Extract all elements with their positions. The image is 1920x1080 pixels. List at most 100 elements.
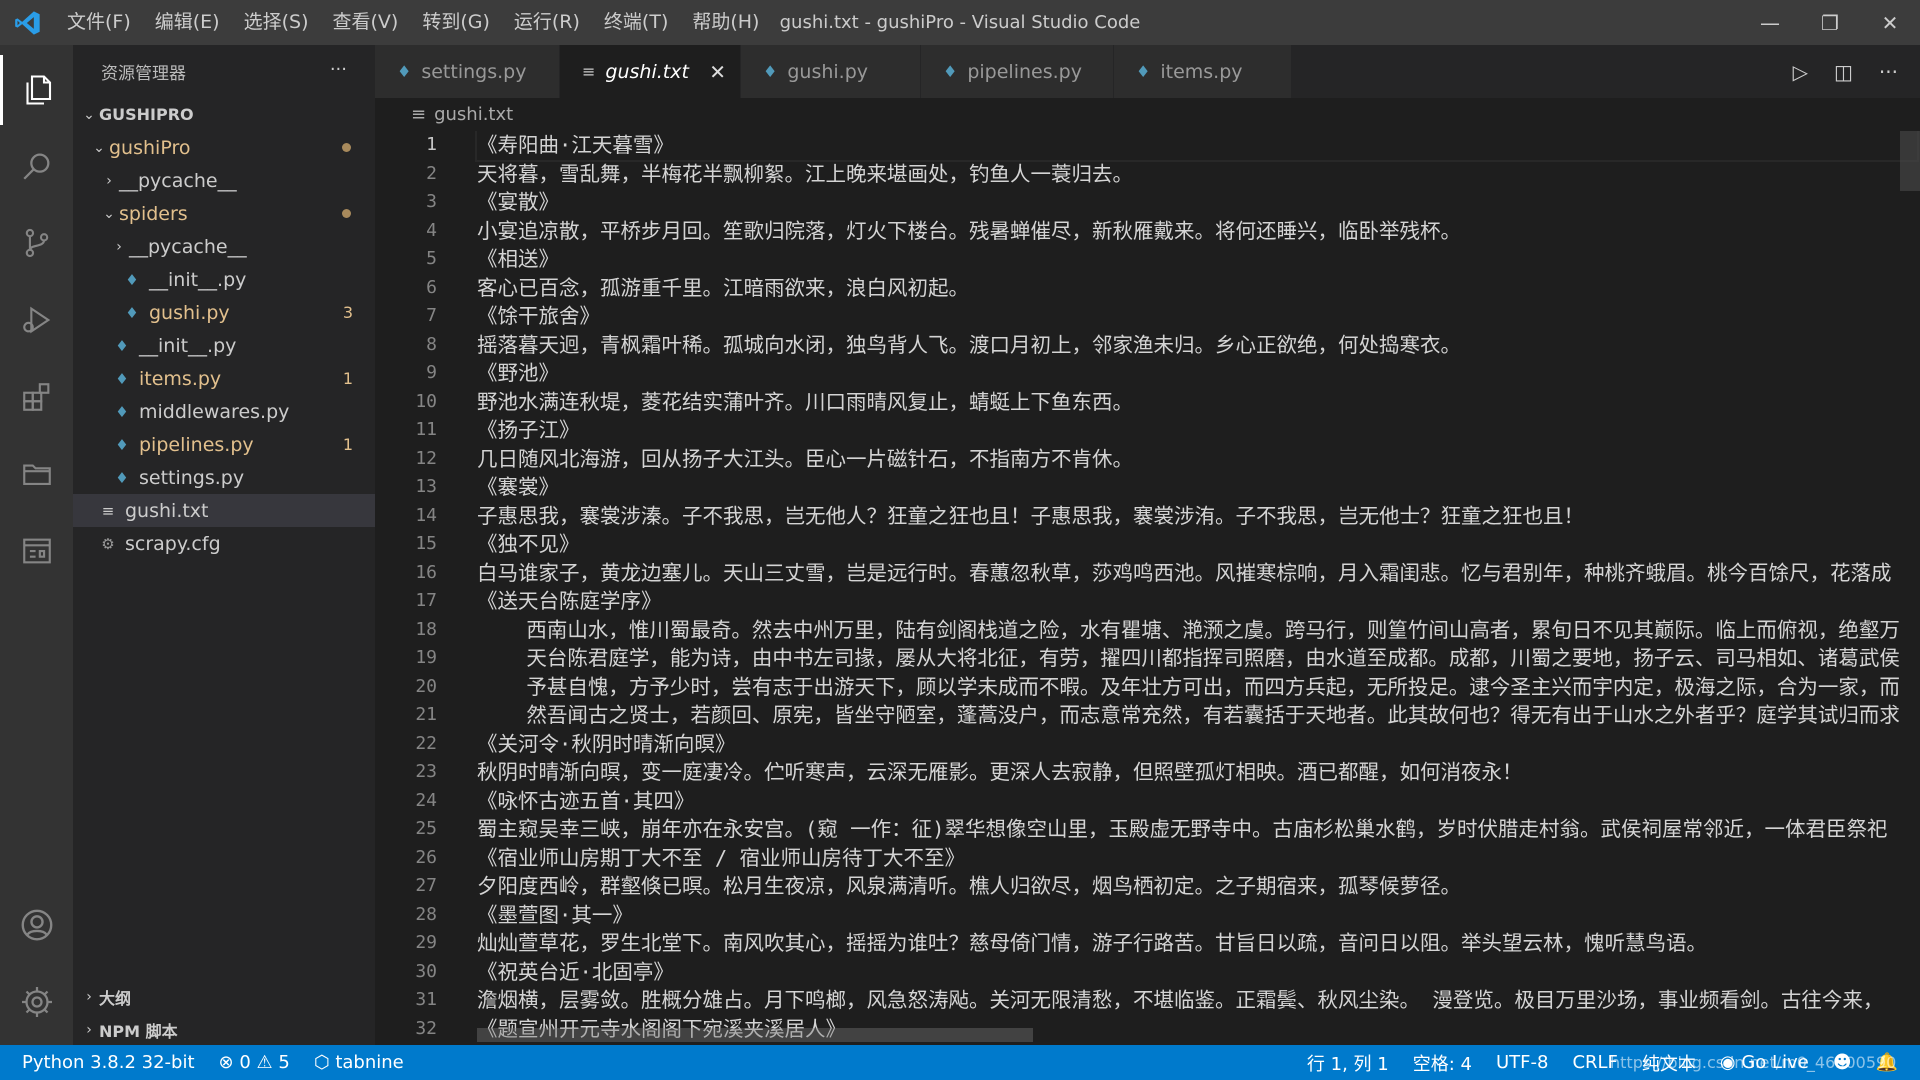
tab-gushi-txt[interactable]: ≡ gushi.txt ✕ xyxy=(560,45,741,98)
tabnine-status[interactable]: ⬡ tabnine xyxy=(302,1052,416,1073)
source-control-icon[interactable] xyxy=(0,208,73,278)
tree-item-label: __pycache__ xyxy=(129,235,247,258)
editor-line: 4 小宴追凉散，平桥步月回。笙歌归院落，灯火下楼台。残暑蝉催尽，新秋雁戴来。将何还… xyxy=(375,217,1920,246)
tree-item[interactable]: › __pycache__ xyxy=(73,230,375,263)
problem-badge: 1 xyxy=(342,369,353,388)
chevron-down-icon: ⌄ xyxy=(83,106,95,123)
menu-5[interactable]: 运行(R) xyxy=(502,0,592,45)
tree-item[interactable]: ♦ items.py 1 xyxy=(73,362,375,395)
menu-6[interactable]: 终端(T) xyxy=(592,0,680,45)
text-file-icon: ≡ xyxy=(101,501,115,520)
menu-4[interactable]: 转到(G) xyxy=(410,0,502,45)
line-text: 小宴追凉散，平桥步月回。笙歌归院落，灯火下楼台。残暑蝉催尽，新秋雁戴来。将何还睡… xyxy=(477,218,1461,243)
editor-line: 7 《馀干旅舍》 xyxy=(375,302,1920,331)
cursor-position[interactable]: 行 1, 列 1 xyxy=(1295,1050,1401,1076)
python-icon: ♦ xyxy=(397,62,412,81)
npm-scripts-section[interactable]: › NPM 脚本 xyxy=(73,1013,375,1046)
line-number: 32 xyxy=(415,1017,437,1039)
close-window-button[interactable]: ✕ xyxy=(1860,0,1920,45)
accounts-icon[interactable] xyxy=(0,890,73,960)
horizontal-scrollbar[interactable] xyxy=(477,1028,1033,1042)
tree-item[interactable]: ⌄ spiders xyxy=(73,197,375,230)
tree-item[interactable]: ⚙ scrapy.cfg xyxy=(73,527,375,560)
extensions-icon[interactable] xyxy=(0,362,73,432)
problems-indicator[interactable]: ⊗ 0 ⚠ 5 xyxy=(207,1052,302,1073)
encoding[interactable]: UTF-8 xyxy=(1484,1052,1560,1073)
line-text: 蜀主窥吴幸三峡，崩年亦在永安宫。(窥 一作：征)翠华想像空山里，玉殿虚无野寺中。… xyxy=(477,817,1888,841)
chevron-right-icon: › xyxy=(86,1021,92,1038)
editor-line: 27 夕阳度西岭，群壑倏已暝。松月生夜凉，风泉满清听。樵人归欲尽，烟鸟栖初定。之子… xyxy=(375,872,1920,901)
vertical-scrollbar[interactable] xyxy=(1900,131,1920,191)
line-number: 4 xyxy=(426,219,437,241)
line-number: 9 xyxy=(426,362,437,383)
restore-button[interactable]: ❐ xyxy=(1800,0,1860,45)
line-number: 19 xyxy=(415,647,437,668)
line-text: 《祝英台近·北固亭》 xyxy=(477,959,674,984)
tree-item[interactable]: ♦ settings.py xyxy=(73,461,375,494)
more-actions-button[interactable]: ··· xyxy=(330,59,347,80)
tree-item[interactable]: ♦ __init__.py xyxy=(73,263,375,296)
activity-bar xyxy=(0,45,73,1045)
run-file-icon[interactable]: ▷ xyxy=(1793,60,1808,84)
editor-line: 5 《相送》 xyxy=(375,245,1920,274)
tree-item[interactable]: › __pycache__ xyxy=(73,164,375,197)
menu-0[interactable]: 文件(F) xyxy=(55,0,143,45)
tree-item-label: __pycache__ xyxy=(119,169,237,192)
close-tab-icon[interactable]: ✕ xyxy=(709,60,726,84)
line-number: 29 xyxy=(415,932,437,953)
text-file-icon: ≡ xyxy=(582,62,596,81)
folder-icon[interactable] xyxy=(0,439,73,509)
line-number: 6 xyxy=(426,276,437,298)
line-number: 24 xyxy=(415,789,437,811)
indentation[interactable]: 空格: 4 xyxy=(1401,1050,1484,1076)
editor-line: 6 客心已百念，孤游重千里。江暗雨欲来，浪白风初起。 xyxy=(375,274,1920,303)
tab-pipelines-py[interactable]: ♦ pipelines.py xyxy=(921,45,1114,98)
tab-settings-py[interactable]: ♦ settings.py xyxy=(375,45,560,98)
line-number: 26 xyxy=(415,846,437,868)
remote-explorer-icon[interactable] xyxy=(0,516,73,586)
tree-item-label: spiders xyxy=(119,202,188,225)
menu-1[interactable]: 编辑(E) xyxy=(143,0,232,45)
outline-section[interactable]: › 大纲 xyxy=(73,980,375,1013)
project-root-section[interactable]: ⌄ GUSHIPRO xyxy=(73,98,375,131)
problem-badge: 1 xyxy=(342,435,353,454)
menu-3[interactable]: 查看(V) xyxy=(321,0,411,45)
editor-line: 28 《墨萱图·其一》 xyxy=(375,901,1920,930)
settings-gear-icon[interactable] xyxy=(0,967,73,1037)
menu-2[interactable]: 选择(S) xyxy=(232,0,321,45)
tab-label: gushi.py xyxy=(787,60,869,83)
split-editor-icon[interactable]: ◫ xyxy=(1834,60,1853,84)
modified-dot xyxy=(342,143,351,152)
editor-line: 26 《宿业师山房期丁大不至 / 宿业师山房待丁大不至》 xyxy=(375,844,1920,873)
tree-item[interactable]: ♦ pipelines.py 1 xyxy=(73,428,375,461)
search-icon[interactable] xyxy=(0,131,73,201)
more-icon[interactable]: ··· xyxy=(1879,60,1898,84)
problem-badge: 3 xyxy=(342,303,353,322)
line-number: 12 xyxy=(415,447,437,469)
run-debug-icon[interactable] xyxy=(0,285,73,355)
tab-gushi-py[interactable]: ♦ gushi.py xyxy=(741,45,921,98)
tree-item[interactable]: ♦ gushi.py 3 xyxy=(73,296,375,329)
line-number: 31 xyxy=(415,989,437,1010)
breadcrumb[interactable]: ≡ gushi.txt xyxy=(375,98,1920,131)
editor-line: 12 几日随风北海游，回从扬子大江头。臣心一片磁针石，不指南方不肯休。 xyxy=(375,445,1920,474)
line-text: 《馀干旅舍》 xyxy=(477,304,600,328)
gear-icon: ⚙ xyxy=(101,534,115,553)
python-interpreter[interactable]: Python 3.8.2 32-bit xyxy=(0,1052,207,1073)
line-number: 28 xyxy=(415,903,437,925)
tree-item[interactable]: ⌄ gushiPro xyxy=(73,131,375,164)
title-bar: 文件(F) 编辑(E) 选择(S) 查看(V) 转到(G) 运行(R) 终端(T) 帮助(H)… xyxy=(0,0,1920,45)
menu-7[interactable]: 帮助(H) xyxy=(680,0,771,45)
minimize-button[interactable]: — xyxy=(1740,0,1800,45)
tree-item[interactable]: ♦ __init__.py xyxy=(73,329,375,362)
tree-item[interactable]: ♦ middlewares.py xyxy=(73,395,375,428)
line-text: 子惠思我，褰裳涉溱。子不我思，岂无他人？狂童之狂也且！子惠思我，褰裳涉洧。子不我… xyxy=(477,503,1584,528)
tab-items-py[interactable]: ♦ items.py xyxy=(1114,45,1292,98)
line-text: 西南山水，惟川蜀最奇。然去中州万里，陆有剑阁栈道之险，水有瞿塘、滟滪之虞。跨马行… xyxy=(477,617,1900,642)
editor-line: 16 白马谁家子，黄龙边塞儿。天山三丈雪，岂是远行时。春蕙忽秋草，莎鸡鸣西池。风摧… xyxy=(375,559,1920,588)
tree-item[interactable]: ≡ gushi.txt xyxy=(73,494,375,527)
explorer-icon[interactable] xyxy=(0,55,73,125)
text-editor[interactable]: 1 《寿阳曲·江天暮雪》 2 天将暮，雪乱舞，半梅花半飘柳絮。江上晚来堪画处，钓鱼人一… xyxy=(375,131,1920,1045)
line-number: 1 xyxy=(426,134,437,155)
tab-label: settings.py xyxy=(421,60,527,83)
